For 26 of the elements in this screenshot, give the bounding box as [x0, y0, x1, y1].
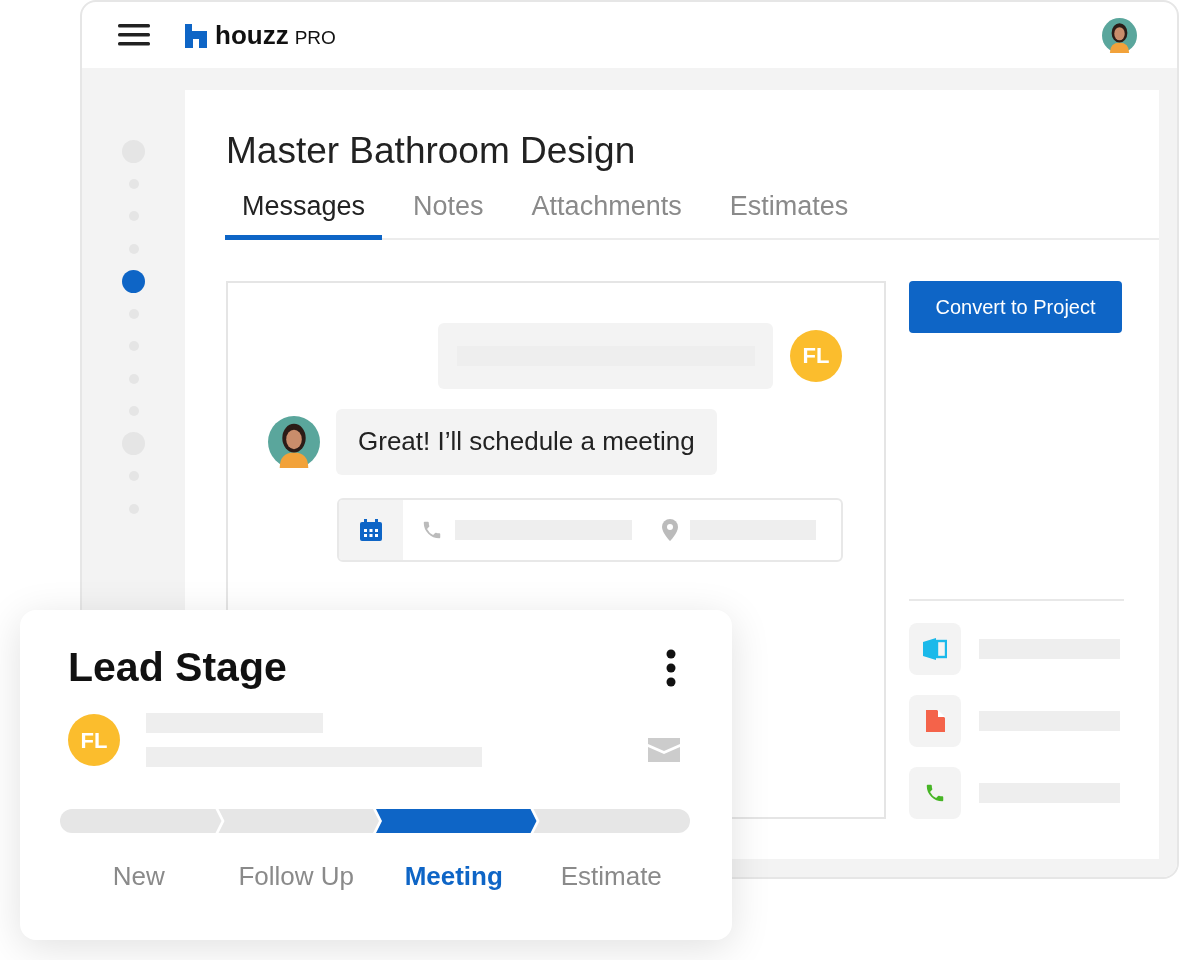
tab[interactable]: Notes [396, 186, 501, 240]
card-title: Lead Stage [68, 643, 287, 692]
stage-label: Meeting [404, 860, 503, 894]
initials-avatar: FL [68, 714, 120, 767]
tab[interactable]: Estimates [712, 186, 866, 240]
convert-to-project-button[interactable]: Convert to Project [909, 280, 1122, 333]
logo-suffix: PRO [294, 28, 336, 47]
tab[interactable]: Messages [225, 186, 383, 240]
calendar-icon [359, 517, 383, 542]
phone-icon [924, 782, 946, 804]
avatar [1102, 17, 1137, 53]
initials-avatar: FL [790, 329, 842, 382]
avatar [268, 415, 320, 468]
stage-label: New [112, 860, 165, 894]
stage-label: Follow Up [238, 860, 355, 894]
stage-label: Estimate [560, 860, 662, 894]
tab[interactable]: Attachments [514, 186, 699, 240]
logo-text: houzz [215, 22, 289, 48]
menu-icon[interactable] [118, 24, 150, 46]
logo-icon [185, 24, 207, 48]
file-icon [925, 710, 945, 732]
project-title: Master Bathroom Design [226, 129, 637, 173]
location-pin-icon [662, 518, 678, 541]
more-options-icon[interactable] [666, 648, 676, 687]
message-bubble: Great! I’ll schedule a meeting [336, 408, 717, 475]
door-icon [923, 638, 947, 660]
